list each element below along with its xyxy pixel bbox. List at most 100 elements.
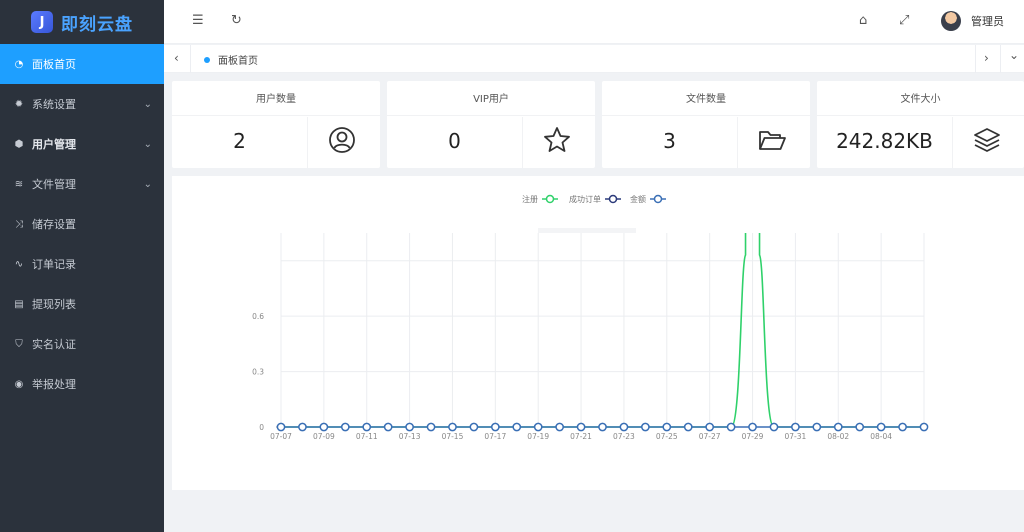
sidebar-item-label: 提现列表 bbox=[32, 298, 76, 311]
x-tick-label: 08-02 bbox=[827, 432, 849, 441]
sidebar-item-7[interactable]: ⛉ 实名认证 bbox=[0, 324, 164, 364]
sidebar-item-label: 订单记录 bbox=[32, 258, 76, 271]
chevron-down-icon: ⌄ bbox=[143, 178, 152, 190]
logo-mark-icon: J bbox=[31, 11, 53, 33]
sidebar: J 即刻云盘 ◔ 面板首页 ✹ 系统设置 ⌄ ⬢ 用户管理 ⌄ ≋ 文件管理 ⌄ ⤨ 储存设置 ∿ 订单记录… bbox=[0, 0, 164, 532]
sidebar-item-6[interactable]: ▤ 提现列表 bbox=[0, 284, 164, 324]
shuffle-icon: ⤨ bbox=[15, 218, 23, 230]
y-tick-label: 0.6 bbox=[252, 312, 264, 321]
legend-label: 金额 bbox=[630, 194, 646, 204]
data-point bbox=[683, 422, 693, 432]
tabs-divider bbox=[975, 45, 976, 73]
tabs-divider bbox=[1000, 45, 1001, 73]
x-tick-label: 07-11 bbox=[356, 432, 378, 441]
pulse-icon: ∿ bbox=[14, 258, 24, 270]
data-point bbox=[362, 422, 372, 432]
data-point bbox=[748, 422, 757, 432]
tabs-dropdown-icon[interactable]: ⌄ bbox=[1009, 48, 1019, 62]
stat-card-title: 文件大小 bbox=[900, 94, 941, 105]
x-tick-label: 07-13 bbox=[399, 432, 421, 441]
x-tick-label: 07-29 bbox=[742, 432, 764, 441]
divider bbox=[817, 115, 1024, 116]
legend-label: 注册 bbox=[522, 194, 538, 204]
menu-toggle-icon[interactable]: ☰ bbox=[192, 13, 204, 28]
sidebar-item-3[interactable]: ≋ 文件管理 ⌄ bbox=[0, 164, 164, 204]
stat-card-files: 文件数量 3 bbox=[602, 81, 810, 168]
x-tick-label: 08-04 bbox=[870, 432, 892, 441]
stat-card-size: 文件大小 242.82KB bbox=[817, 81, 1024, 168]
fullscreen-icon[interactable]: ⤢ bbox=[899, 13, 909, 28]
list-icon: ▤ bbox=[14, 298, 24, 310]
sidebar-item-8[interactable]: ◉ 举报处理 bbox=[0, 364, 164, 404]
data-point bbox=[619, 422, 629, 432]
sidebar-item-5[interactable]: ∿ 订单记录 bbox=[0, 244, 164, 284]
star-icon bbox=[544, 127, 570, 152]
y-tick-label: 0 bbox=[259, 423, 264, 432]
x-tick-label: 07-27 bbox=[699, 432, 721, 441]
tabs-bar: ‹ 面板首页 › ⌄ bbox=[164, 45, 1024, 73]
data-point bbox=[512, 422, 522, 432]
tabs-scroll-right-icon[interactable]: › bbox=[984, 51, 989, 65]
stat-card-title: 文件数量 bbox=[686, 94, 726, 105]
chevron-down-icon: ⌄ bbox=[143, 98, 152, 110]
data-point bbox=[833, 422, 843, 432]
home-icon[interactable]: ⌂ bbox=[859, 13, 867, 28]
sidebar-item-label: 举报处理 bbox=[32, 378, 76, 391]
sidebar-item-label: 面板首页 bbox=[32, 58, 76, 71]
data-point bbox=[276, 422, 286, 432]
legend-marker bbox=[608, 194, 618, 204]
tabs-scroll-left-icon[interactable]: ‹ bbox=[174, 51, 179, 65]
data-point bbox=[555, 422, 564, 432]
divider bbox=[172, 115, 380, 116]
sidebar-item-1[interactable]: ✹ 系统设置 ⌄ bbox=[0, 84, 164, 124]
x-tick-label: 07-09 bbox=[313, 432, 335, 441]
data-point bbox=[769, 422, 779, 432]
x-tick-label: 07-21 bbox=[570, 432, 592, 441]
data-point bbox=[576, 422, 586, 432]
tab-home-label: 面板首页 bbox=[218, 56, 258, 67]
data-point bbox=[598, 422, 607, 432]
tab-active-dot-icon bbox=[204, 56, 210, 63]
gear-icon: ✹ bbox=[14, 98, 24, 110]
data-point bbox=[855, 422, 865, 432]
layers-icon: ≋ bbox=[14, 178, 24, 190]
sidebar-item-label: 储存设置 bbox=[32, 218, 76, 231]
tab-home[interactable]: 面板首页 bbox=[204, 52, 258, 67]
x-tick-label: 07-17 bbox=[484, 432, 506, 441]
user-menu[interactable]: 管理员 bbox=[941, 11, 1004, 31]
data-point bbox=[319, 422, 329, 432]
data-point bbox=[448, 422, 457, 432]
logo[interactable]: J 即刻云盘 bbox=[0, 0, 164, 44]
stat-card-value: 242.82KB bbox=[836, 129, 933, 153]
stat-card-value: 2 bbox=[233, 129, 246, 153]
divider bbox=[387, 115, 595, 116]
sidebar-item-2[interactable]: ⬢ 用户管理 ⌄ bbox=[0, 124, 164, 164]
footer-area bbox=[164, 490, 1024, 532]
stat-card-title: VIP用户 bbox=[473, 94, 509, 105]
chevron-down-icon: ⌄ bbox=[143, 138, 152, 150]
data-point bbox=[726, 422, 736, 432]
stat-card-value: 0 bbox=[448, 129, 461, 153]
tabs-divider bbox=[190, 45, 191, 73]
data-point bbox=[426, 422, 436, 432]
logo-text: 即刻云盘 bbox=[61, 14, 133, 35]
user-circle-icon bbox=[329, 127, 355, 153]
sidebar-item-4[interactable]: ⤨ 储存设置 bbox=[0, 204, 164, 244]
stat-card-vip: VIP用户 0 bbox=[387, 81, 595, 168]
stack-icon bbox=[974, 128, 1000, 152]
divider bbox=[737, 117, 738, 168]
y-tick-label: 0.3 bbox=[252, 368, 264, 377]
data-point bbox=[490, 422, 500, 432]
chart-panel: 注册 成功订单 金额 0 0.3 0.6 07-07 07-09 07-11 07-13 07-15… bbox=[172, 176, 1024, 490]
avatar bbox=[941, 11, 961, 31]
refresh-icon[interactable]: ↻ bbox=[231, 13, 242, 28]
data-point bbox=[469, 422, 479, 432]
data-point bbox=[812, 422, 822, 432]
x-tick-label: 07-23 bbox=[613, 432, 635, 441]
sidebar-item-0[interactable]: ◔ 面板首页 bbox=[0, 44, 164, 84]
x-tick-label: 07-25 bbox=[656, 432, 678, 441]
sidebar-item-label: 系统设置 bbox=[32, 98, 76, 111]
legend-marker bbox=[653, 194, 663, 204]
shield-icon: ⛉ bbox=[15, 338, 23, 350]
chart-toolbar bbox=[538, 228, 636, 233]
